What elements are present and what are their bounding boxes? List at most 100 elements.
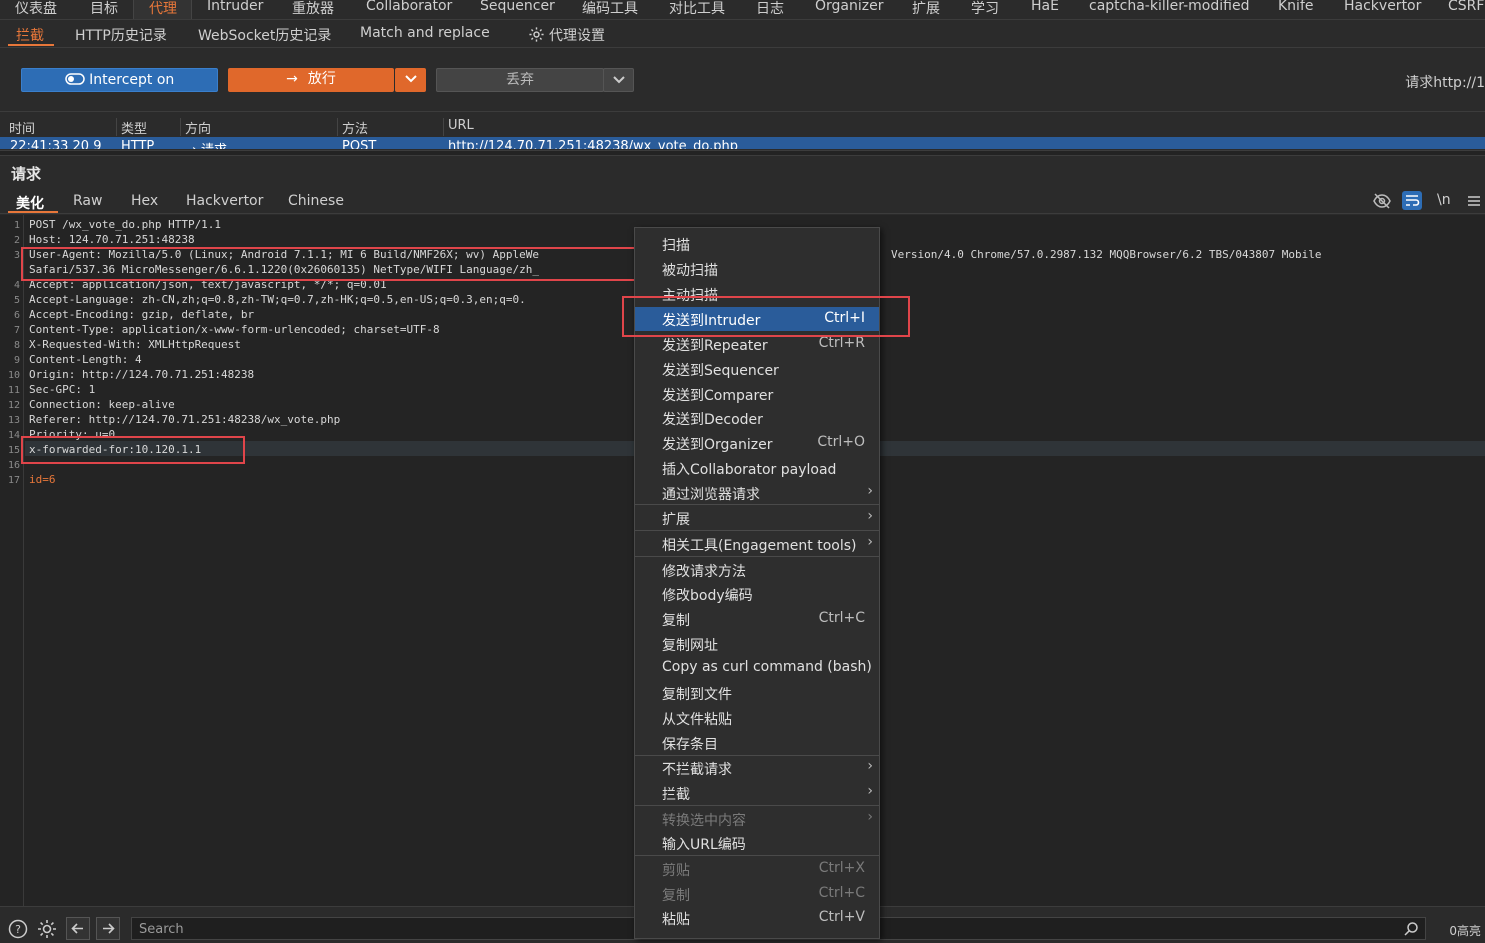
menu-item-copy-url[interactable]: 复制网址 (635, 632, 879, 656)
menu-item-save-item[interactable]: 保存条目 (635, 731, 879, 755)
menu-item-send-to-organizer[interactable]: 发送到Organizer Ctrl+O (635, 431, 879, 455)
highlight-count: 0高亮 (1449, 924, 1481, 938)
menu-item-change-body-encoding[interactable]: 修改body编码 (635, 582, 879, 606)
chevron-right-icon: › (867, 534, 873, 550)
tab-logger[interactable]: 日志 (756, 0, 784, 18)
menu-item-copy-disabled: 复制 Ctrl+C (662, 885, 865, 904)
menu-item-change-method[interactable]: 修改请求方法 (635, 558, 879, 582)
tab-knife[interactable]: Knife (1278, 0, 1314, 14)
subtab-intercept[interactable]: 拦截 (16, 25, 44, 45)
split-pane-divider[interactable] (0, 150, 1485, 156)
arrow-left-icon (71, 923, 83, 934)
menu-item-paste[interactable]: 粘贴 Ctrl+V (635, 906, 879, 930)
eye-off-icon[interactable] (1372, 192, 1392, 210)
menu-item-extensions[interactable]: 扩展 › (635, 506, 879, 530)
line-number: 16 (7, 460, 20, 471)
row-url: http://124.70.71.251:48238/wx_vote_do.ph… (448, 139, 738, 149)
subtab-match-replace[interactable]: Match and replace (360, 25, 490, 41)
tab-target[interactable]: 目标 (90, 0, 118, 18)
menu-item-copy-to-file[interactable]: 复制到文件 (635, 681, 879, 705)
intercept-toggle-button[interactable]: Intercept on (21, 68, 218, 92)
tab-intruder[interactable]: Intruder (207, 0, 263, 14)
menu-item-passive-scan[interactable]: 被动扫描 (635, 257, 879, 281)
col-url[interactable]: URL (443, 118, 474, 136)
menu-item-request-in-browser[interactable]: 通过浏览器请求 › (635, 481, 879, 505)
tab-organizer[interactable]: Organizer (815, 0, 883, 14)
subtab-websocket-history[interactable]: WebSocket历史记录 (198, 25, 331, 45)
back-button[interactable] (66, 917, 90, 940)
menu-item-send-to-comparer[interactable]: 发送到Comparer (635, 382, 879, 406)
menu-item-engagement-tools[interactable]: 相关工具(Engagement tools) › (635, 532, 879, 556)
tab-proxy[interactable]: 代理 (149, 0, 177, 18)
subtab-http-history[interactable]: HTTP历史记录 (75, 25, 167, 45)
menu-item-insert-collaborator[interactable]: 插入Collaborator payload (635, 456, 879, 480)
newline-icon[interactable]: \n (1437, 192, 1451, 208)
drop-dropdown-button[interactable] (603, 68, 634, 92)
arrow-right-icon: → (286, 71, 298, 87)
tab-hex[interactable]: Hex (131, 193, 158, 209)
menu-item-copy[interactable]: 复制 Ctrl+C (635, 607, 879, 631)
menu-item-scan[interactable]: 扫描 (635, 232, 879, 256)
tab-comparer[interactable]: 对比工具 (669, 0, 725, 18)
forward-dropdown-button[interactable] (395, 68, 426, 92)
help-icon[interactable]: ? (7, 919, 29, 939)
tab-learn[interactable]: 学习 (971, 0, 999, 18)
menu-separator (635, 530, 879, 531)
main-tool-tabs: 仪表盘 目标 代理 Intruder 重放器 Collaborator Sequ… (0, 0, 1485, 20)
code-line: X-Requested-With: XMLHttpRequest (29, 338, 241, 351)
line-number: 13 (7, 415, 20, 426)
menu-item-send-to-decoder[interactable]: 发送到Decoder (635, 406, 879, 430)
col-type[interactable]: 类型 (116, 118, 147, 137)
gear-icon[interactable] (36, 919, 58, 939)
line-number: 1 (13, 220, 20, 231)
menu-item-send-to-sequencer[interactable]: 发送到Sequencer (635, 357, 879, 381)
menu-item-intercept[interactable]: 拦截 › (635, 781, 879, 805)
row-direction: → 请求 (186, 139, 227, 149)
menu-item-dont-intercept[interactable]: 不拦截请求 › (635, 756, 879, 780)
code-line: Connection: keep-alive (29, 398, 175, 411)
menu-item-paste-from-file[interactable]: 从文件粘贴 (635, 706, 879, 730)
drop-button[interactable]: 丢弃 (436, 68, 604, 92)
tab-hackvertor[interactable]: Hackvertor (186, 193, 263, 209)
tab-hae[interactable]: HaE (1031, 0, 1059, 14)
code-line: Referer: http://124.70.71.251:48238/wx_v… (29, 413, 341, 426)
menu-item-url-encode-as-typed[interactable]: 输入URL编码 (635, 831, 879, 855)
menu-item-copy-as-curl[interactable]: Copy as curl command (bash) (635, 656, 879, 680)
tab-repeater[interactable]: 重放器 (292, 0, 334, 18)
tab-collaborator[interactable]: Collaborator (366, 0, 452, 14)
tab-extensions[interactable]: 扩展 (912, 0, 940, 18)
forward-button[interactable]: → 放行 (228, 68, 394, 92)
menu-icon[interactable] (1464, 192, 1484, 210)
row-time: 22:41:33 20 9 (10, 139, 102, 149)
tab-decoder[interactable]: 编码工具 (582, 0, 638, 18)
chevron-right-icon: › (867, 483, 873, 499)
tab-pretty[interactable]: 美化 (16, 193, 44, 213)
proxy-sub-tabs: 拦截 HTTP历史记录 WebSocket历史记录 Match and repl… (0, 21, 1485, 48)
col-method[interactable]: 方法 (337, 118, 368, 137)
tab-dashboard[interactable]: 仪表盘 (15, 0, 57, 18)
tab-raw[interactable]: Raw (73, 193, 102, 209)
table-row[interactable]: 22:41:33 20 9 HTTP → 请求 POST http://124.… (0, 137, 1485, 149)
line-number: 4 (13, 280, 20, 291)
annotation-box-x-forwarded-for (21, 436, 245, 464)
tab-hackvertor[interactable]: Hackvertor (1344, 0, 1421, 14)
forward-nav-button[interactable] (96, 917, 120, 940)
intercept-toolbar: Intercept on → 放行 丢弃 请求http://1 (0, 48, 1485, 112)
menu-separator (635, 556, 879, 557)
tab-csrf[interactable]: CSRF (1448, 0, 1484, 14)
search-icon (1404, 922, 1418, 936)
toggle-icon (64, 73, 85, 85)
line-number: 7 (13, 325, 20, 336)
tab-sequencer[interactable]: Sequencer (480, 0, 555, 14)
line-number: 2 (13, 235, 20, 246)
col-direction[interactable]: 方向 (180, 118, 211, 137)
line-number: 17 (7, 475, 20, 486)
tab-captcha-killer[interactable]: captcha-killer-modified (1089, 0, 1249, 14)
code-line: Origin: http://124.70.71.251:48238 (29, 368, 255, 381)
request-view-tabs: 美化 Raw Hex Hackvertor Chinese \n (0, 190, 1485, 214)
tab-chinese[interactable]: Chinese (288, 193, 344, 209)
code-line: Accept-Language: zh-CN,zh;q=0.8,zh-TW;q=… (29, 293, 526, 306)
col-time[interactable]: 时间 (5, 118, 35, 137)
proxy-settings-button[interactable]: 代理设置 (528, 25, 605, 45)
wrap-icon[interactable] (1402, 191, 1422, 210)
